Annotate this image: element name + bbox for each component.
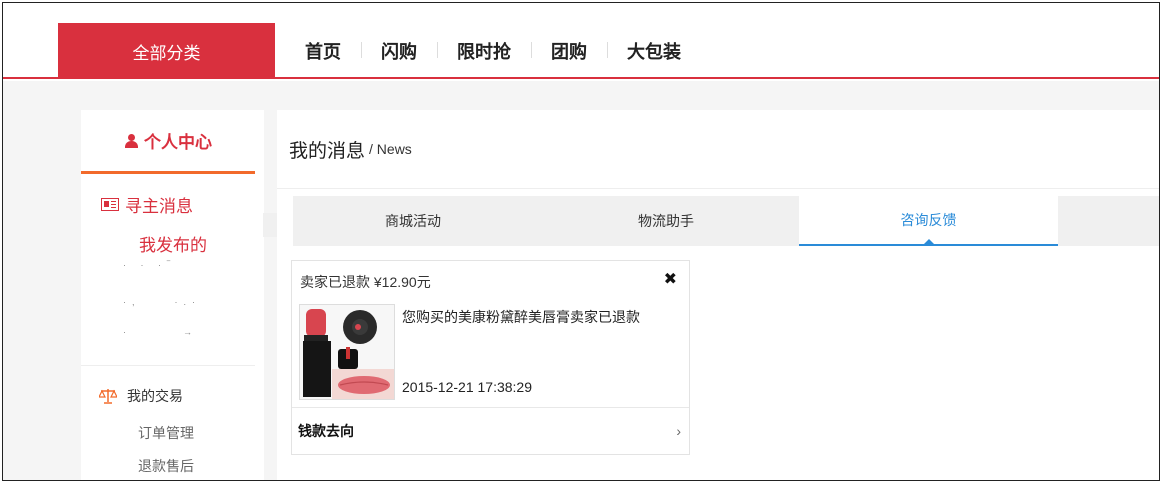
page-frame: 全部分类 首页 闪购 限时抢 团购 大包装 个人中心 寻主消息 我发布的 · ·… — [2, 2, 1160, 481]
nav-item-flash-sale[interactable]: 闪购 — [361, 38, 437, 64]
sidebar-item-news-label: 寻主消息 — [125, 197, 193, 216]
sidebar-item-my-trade[interactable]: 我的交易 — [99, 386, 183, 406]
sidebar-item-my-trade-label: 我的交易 — [127, 388, 183, 404]
nav-divider — [3, 77, 1159, 79]
money-destination-row[interactable]: 钱款去向 › — [292, 407, 689, 454]
message-body: 您购买的美康粉黛醉美唇膏卖家已退款 — [402, 309, 640, 325]
lipstick-image — [300, 305, 394, 399]
sidebar-header[interactable]: 个人中心 — [81, 110, 255, 174]
faint-placeholder: · · ·‾ — [123, 260, 176, 270]
nav-item-bulk-pack[interactable]: 大包装 — [607, 38, 701, 64]
money-destination-label: 钱款去向 — [298, 423, 354, 439]
nav-menu: 首页 闪购 限时抢 团购 大包装 — [285, 23, 701, 79]
main-panel: 我的消息 / News 商城活动 物流助手 咨询反馈 卖家已退款 ¥12.90元… — [277, 110, 1159, 480]
all-categories-button[interactable]: 全部分类 — [58, 23, 275, 79]
nav-item-group-buy[interactable]: 团购 — [531, 38, 607, 64]
tab-mall-activity[interactable]: 商城活动 — [293, 196, 533, 246]
sidebar-item-news[interactable]: 寻主消息 — [101, 192, 193, 217]
chevron-right-icon: › — [676, 423, 681, 439]
faint-placeholder: · → — [123, 327, 198, 337]
sidebar-item-refund-after-sales[interactable]: 退款售后 — [138, 456, 194, 476]
nav-item-home[interactable]: 首页 — [285, 38, 361, 64]
message-card: 卖家已退款 ¥12.90元 ✖ 您购买的美康粉黛醉美唇膏卖家已退款 2015-1… — [291, 260, 690, 455]
sidebar-divider — [81, 365, 255, 366]
tab-consult-feedback[interactable]: 咨询反馈 — [799, 196, 1058, 246]
sidebar-header-label: 个人中心 — [144, 133, 212, 152]
sidebar-item-my-published[interactable]: 我发布的 — [139, 231, 207, 256]
message-card-header: 卖家已退款 ¥12.90元 — [300, 274, 431, 290]
message-tabs: 商城活动 物流助手 咨询反馈 — [293, 196, 1159, 246]
page-title: 我的消息 / News — [277, 110, 1159, 189]
top-nav: 全部分类 首页 闪购 限时抢 团购 大包装 — [3, 3, 1159, 81]
user-icon — [124, 133, 138, 148]
page-title-sub: / News — [369, 141, 412, 157]
nav-item-limited-time[interactable]: 限时抢 — [437, 38, 531, 64]
tab-logistics-assistant[interactable]: 物流助手 — [533, 196, 799, 246]
sidebar: 个人中心 寻主消息 我发布的 · · ·‾ ·, ·.· · → 我的交易 订单… — [81, 110, 264, 480]
newspaper-icon — [101, 198, 119, 211]
sidebar-item-order-management[interactable]: 订单管理 — [138, 423, 194, 443]
page-title-text: 我的消息 — [289, 140, 366, 162]
product-thumbnail[interactable] — [299, 304, 395, 400]
close-icon[interactable]: ✖ — [664, 269, 677, 289]
faint-placeholder: ·, ·.· — [123, 297, 201, 307]
message-timestamp: 2015-12-21 17:38:29 — [402, 379, 532, 395]
balance-scale-icon — [99, 389, 117, 404]
